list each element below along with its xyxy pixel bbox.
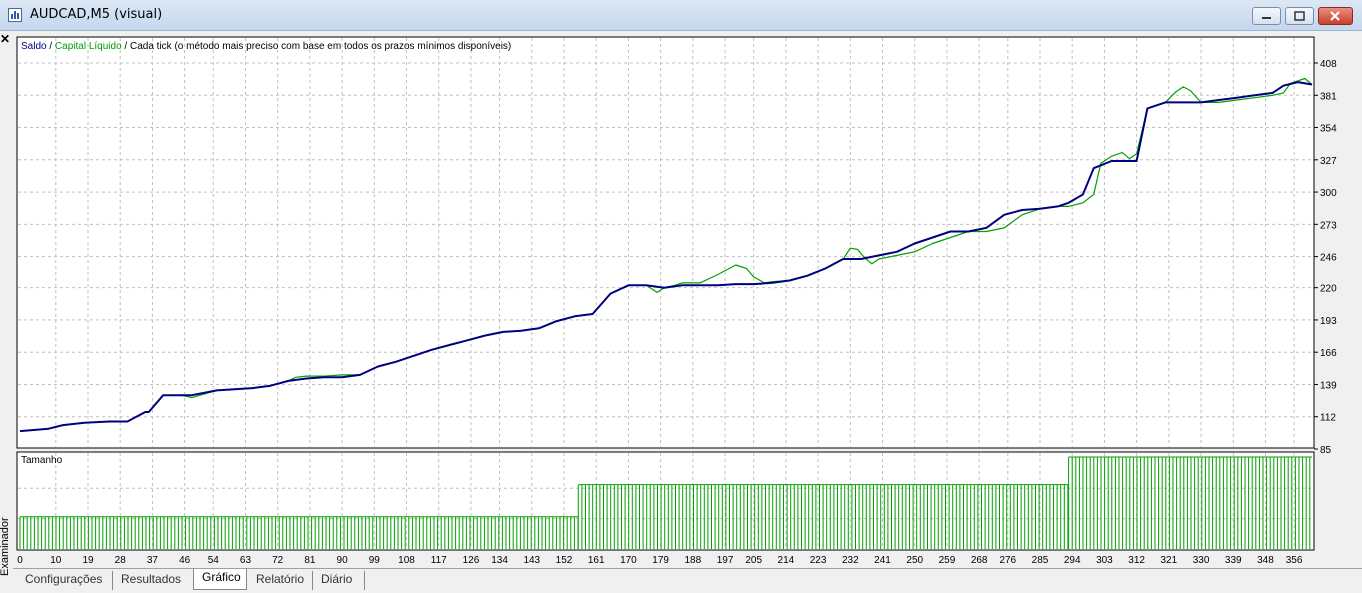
x-tick-label: 134 (491, 555, 508, 566)
x-tick-label: 10 (50, 555, 62, 566)
y-tick-label: 139 (1320, 380, 1337, 391)
x-tick-label: 179 (652, 555, 669, 566)
x-tick-label: 232 (842, 555, 859, 566)
x-tick-label: 268 (971, 555, 988, 566)
y-tick-label: 327 (1320, 156, 1337, 167)
x-tick-label: 126 (463, 555, 480, 566)
x-tick-label: 330 (1193, 555, 1210, 566)
x-tick-label: 223 (810, 555, 827, 566)
legend-separator: / (122, 41, 130, 52)
x-tick-label: 321 (1160, 555, 1177, 566)
tab-bar: Configurações Resultados Gráfico Relatór… (13, 568, 1362, 593)
x-tick-label: 143 (523, 555, 540, 566)
x-tick-label: 214 (778, 555, 795, 566)
main-chart-frame (16, 36, 1315, 449)
size-chart-label: Tamanho (21, 455, 63, 466)
x-tick-label: 312 (1128, 555, 1145, 566)
y-tick-label: 408 (1320, 59, 1337, 70)
x-tick-label: 339 (1225, 555, 1242, 566)
x-tick-label: 259 (939, 555, 956, 566)
x-tick-label: 241 (874, 555, 891, 566)
y-tick-label: 354 (1320, 124, 1337, 135)
tab-relatorio[interactable]: Relatório (248, 571, 313, 590)
x-tick-label: 356 (1286, 555, 1303, 566)
x-tick-label: 46 (179, 555, 191, 566)
y-tick-label: 193 (1320, 316, 1337, 327)
x-tick-label: 250 (906, 555, 923, 566)
legend-model: Cada tick (o método mais preciso com bas… (130, 41, 511, 52)
y-tick-label: 300 (1320, 188, 1337, 199)
tab-configuracoes[interactable]: Configurações (17, 571, 113, 590)
x-tick-label: 152 (556, 555, 573, 566)
legend-separator: / (47, 41, 55, 52)
tab-resultados[interactable]: Resultados (113, 571, 194, 590)
x-tick-label: 63 (240, 555, 252, 566)
x-tick-label: 37 (147, 555, 159, 566)
chart-legend: Saldo / Capital Líquido / Cada tick (o m… (21, 41, 511, 52)
x-tick-label: 108 (398, 555, 415, 566)
x-tick-label: 90 (337, 555, 349, 566)
x-tick-label: 161 (588, 555, 605, 566)
y-tick-label: 220 (1320, 284, 1337, 295)
y-tick-label: 273 (1320, 220, 1337, 231)
x-tick-label: 28 (115, 555, 127, 566)
x-tick-label: 72 (272, 555, 284, 566)
x-tick-label: 205 (745, 555, 762, 566)
x-tick-label: 99 (369, 555, 381, 566)
x-axis-labels: 0 10 19 28 37 46 54 63 72 81 90 99 108 117 126 134 143 15… (17, 555, 1303, 566)
x-tick-label: 276 (999, 555, 1016, 566)
x-tick-label: 19 (82, 555, 94, 566)
x-tick-label: 303 (1096, 555, 1113, 566)
y-tick-label: 112 (1320, 413, 1336, 424)
chart-area: 85 112 139 166 193 220 246 273 300 327 354 381 408 S… (16, 36, 1337, 566)
y-tick-label: 246 (1320, 253, 1337, 264)
x-tick-label: 117 (431, 555, 447, 566)
x-tick-label: 188 (684, 555, 701, 566)
x-tick-label: 294 (1064, 555, 1081, 566)
y-axis-labels: 85 112 139 166 193 220 246 273 300 327 354 381 408 (1314, 59, 1337, 456)
x-tick-label: 348 (1257, 555, 1274, 566)
legend-balance: Saldo (21, 41, 47, 52)
legend-equity: Capital Líquido (55, 41, 122, 52)
x-tick-label: 197 (717, 555, 734, 566)
x-tick-label: 170 (620, 555, 637, 566)
tab-diario[interactable]: Diário (313, 571, 365, 590)
x-tick-label: 285 (1032, 555, 1049, 566)
y-tick-label: 381 (1320, 91, 1337, 102)
y-tick-label: 166 (1320, 348, 1337, 359)
tab-grafico[interactable]: Gráfico (193, 569, 247, 590)
x-tick-label: 0 (17, 555, 23, 566)
x-tick-label: 81 (304, 555, 316, 566)
y-tick-label: 85 (1320, 445, 1332, 456)
x-tick-label: 54 (208, 555, 220, 566)
